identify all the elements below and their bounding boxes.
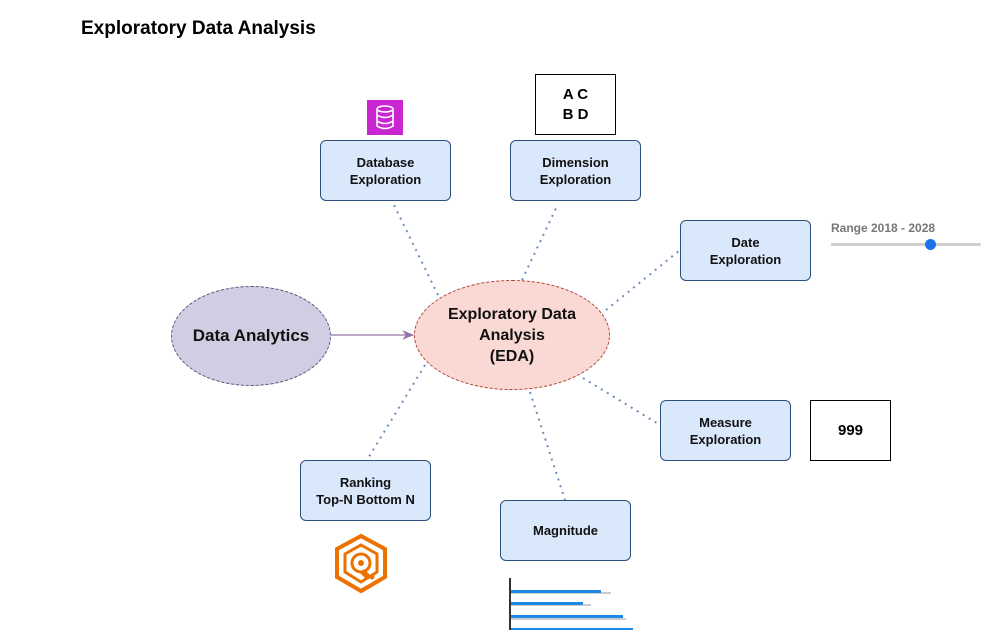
connector-ranking bbox=[366, 364, 426, 461]
date-exploration-node[interactable]: Date Exploration bbox=[680, 220, 811, 281]
connector-measure bbox=[582, 377, 661, 426]
data-analytics-node[interactable]: Data Analytics bbox=[171, 286, 331, 386]
database-exploration-node[interactable]: Database Exploration bbox=[320, 140, 451, 201]
measure-exploration-node[interactable]: Measure Exploration bbox=[660, 400, 791, 461]
range-label: Range 2018 - 2028 bbox=[831, 221, 936, 235]
hexagon-target-icon bbox=[335, 533, 387, 594]
date-range-slider[interactable]: Range 2018 - 2028 bbox=[831, 221, 981, 250]
ranking-node[interactable]: Ranking Top-N Bottom N bbox=[300, 460, 431, 521]
magnitude-node[interactable]: Magnitude bbox=[500, 500, 631, 561]
connector-database bbox=[392, 202, 439, 296]
database-icon bbox=[367, 100, 403, 135]
dimension-exploration-node[interactable]: Dimension Exploration bbox=[510, 140, 641, 201]
dimension-sample-box: A C B D bbox=[535, 74, 616, 135]
range-fill bbox=[831, 243, 930, 246]
range-track[interactable] bbox=[831, 239, 981, 250]
connector-date bbox=[605, 249, 681, 311]
eda-node[interactable]: Exploratory Data Analysis (EDA) bbox=[414, 280, 610, 390]
measure-sample-box: 999 bbox=[810, 400, 891, 461]
connector-magnitude bbox=[529, 391, 566, 501]
connector-dimension bbox=[521, 203, 559, 281]
range-thumb[interactable] bbox=[925, 239, 936, 250]
bar-chart-icon bbox=[509, 578, 633, 630]
